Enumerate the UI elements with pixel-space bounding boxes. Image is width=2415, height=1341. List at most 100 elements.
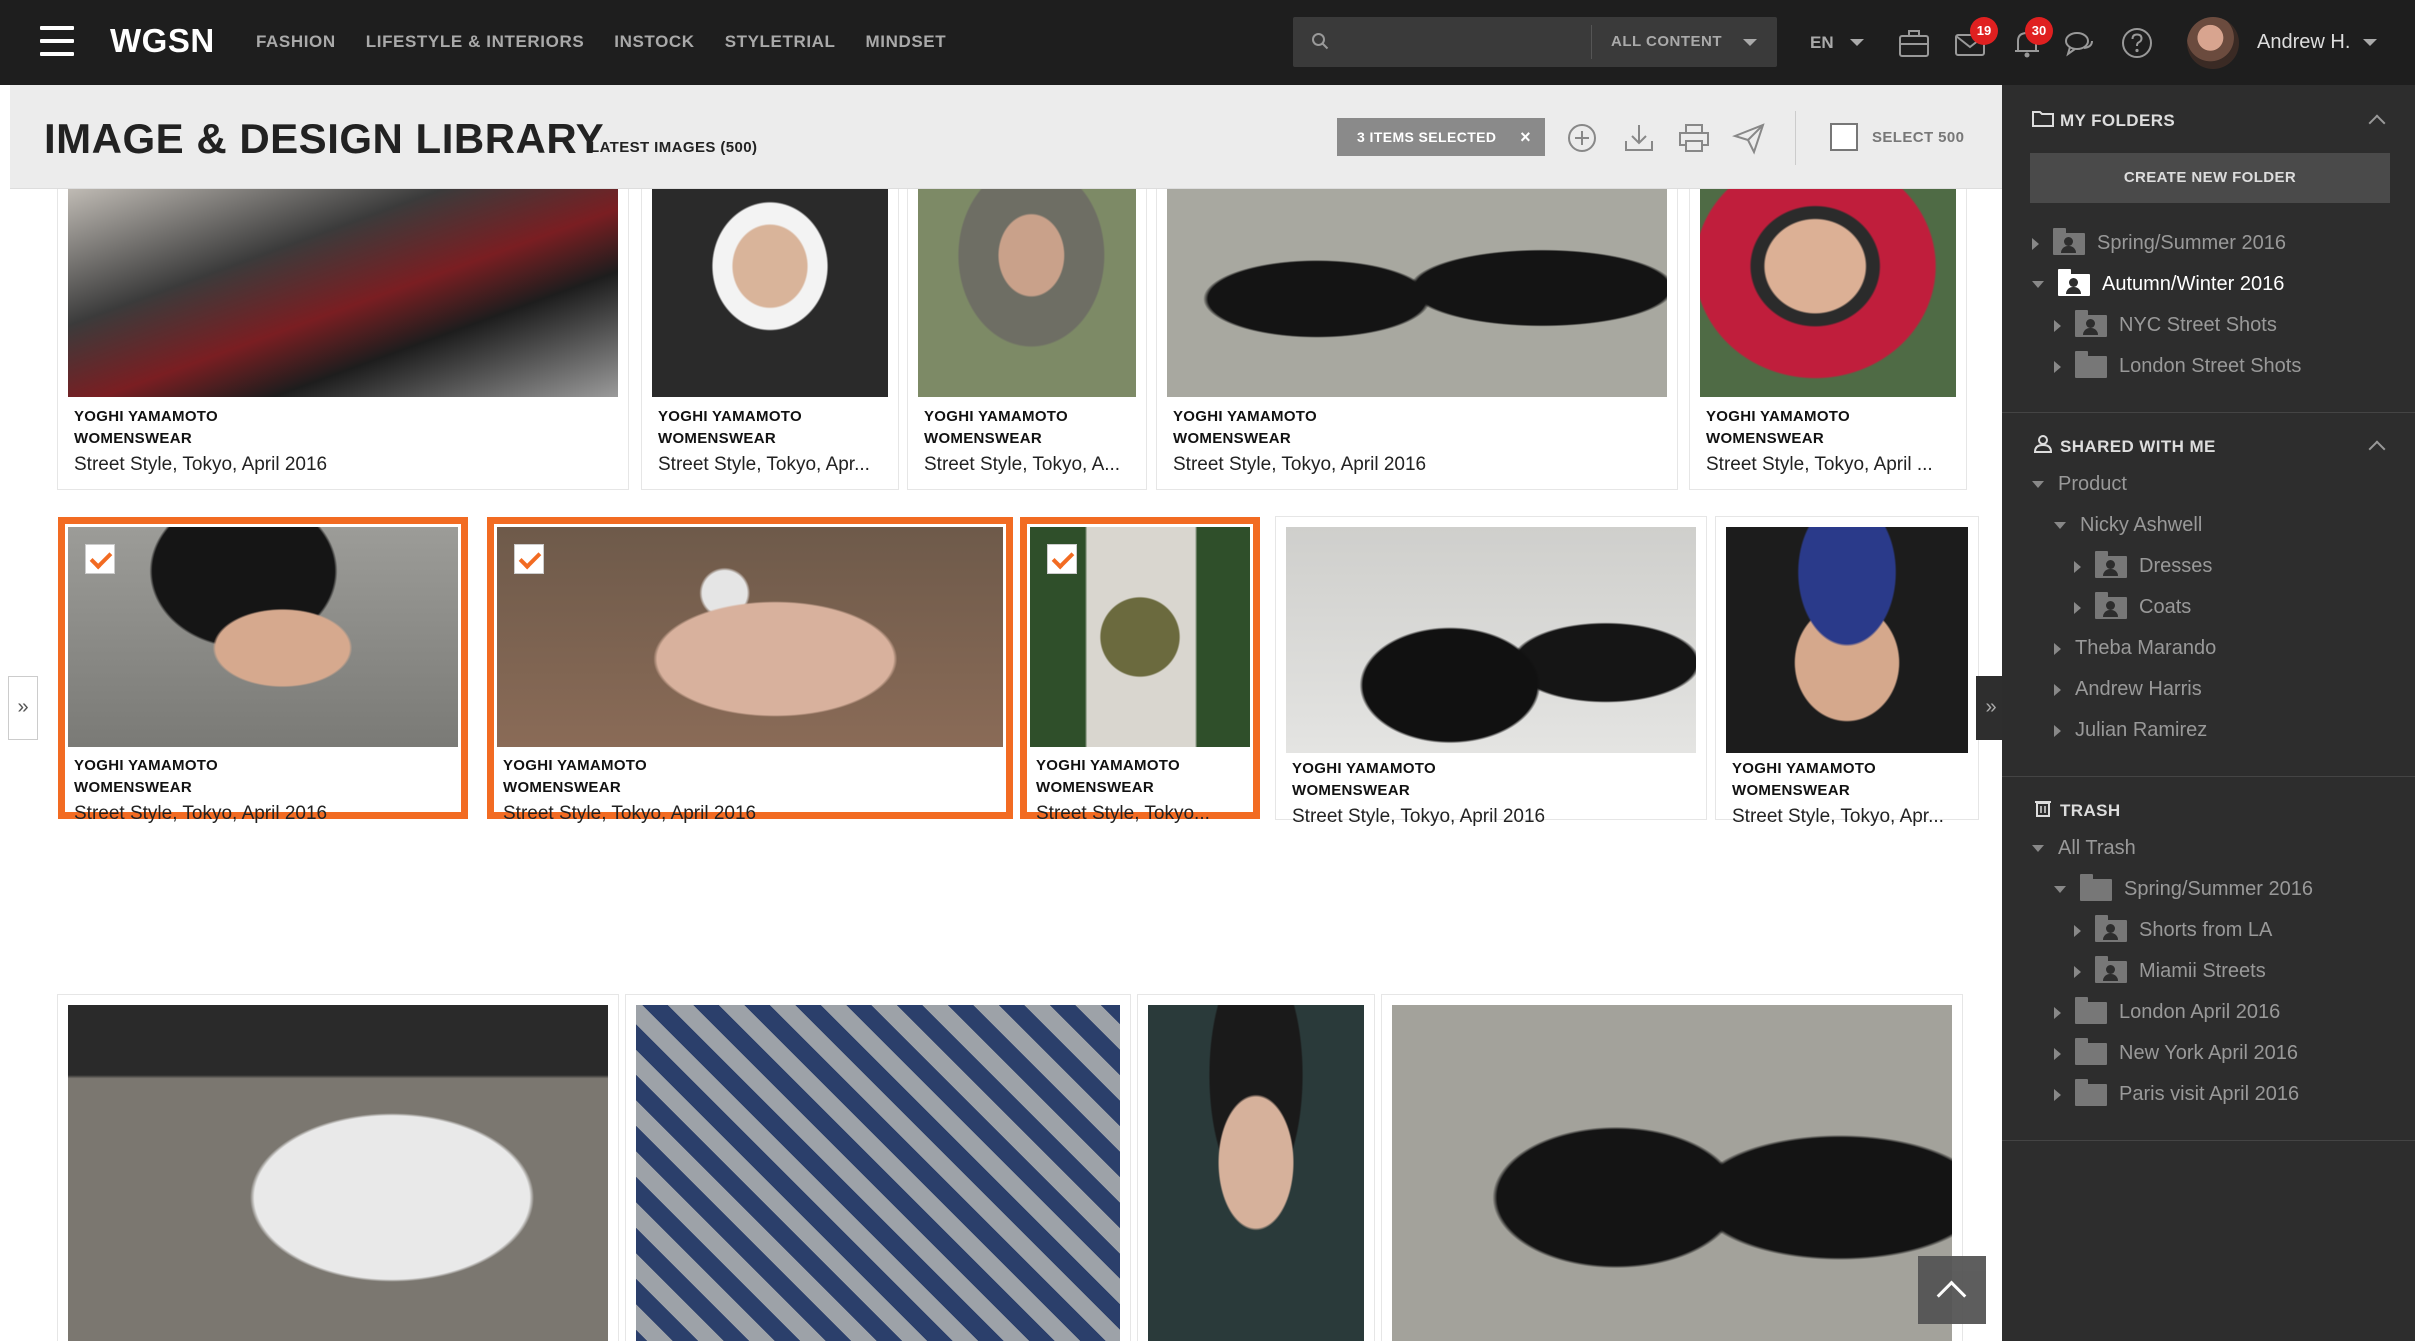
- image-card[interactable]: YOGHI YAMAMOTO WOMENSWEAR Street Style, …: [1716, 517, 1978, 827]
- selected-checkbox[interactable]: [1047, 544, 1077, 574]
- tree-item[interactable]: Theba Marando: [2054, 637, 2216, 660]
- tree-item[interactable]: New York April 2016: [2054, 1037, 2298, 1065]
- card-image[interactable]: [1700, 189, 1956, 397]
- tree-item[interactable]: All Trash: [2032, 837, 2136, 860]
- card-image[interactable]: [636, 1005, 1120, 1341]
- collapse-icon[interactable]: [2032, 281, 2044, 288]
- collapse-icon[interactable]: [2032, 845, 2044, 852]
- nav-instock[interactable]: INSTOCK: [614, 32, 694, 52]
- nav-styletrial[interactable]: STYLETRIAL: [725, 32, 836, 52]
- chevron-up-icon[interactable]: [2368, 440, 2386, 458]
- tree-item[interactable]: Nicky Ashwell: [2054, 514, 2202, 537]
- tree-item[interactable]: NYC Street Shots: [2054, 309, 2277, 337]
- tree-item[interactable]: London Street Shots: [2054, 350, 2301, 378]
- briefcase-icon[interactable]: [1897, 26, 1931, 60]
- card-image[interactable]: [1726, 527, 1968, 753]
- image-card[interactable]: YOGHI YAMAMOTO WOMENSWEAR Street Style, …: [1276, 517, 1706, 827]
- tree-item[interactable]: Autumn/Winter 2016: [2032, 268, 2285, 296]
- image-card[interactable]: [626, 995, 1130, 1341]
- image-card[interactable]: YOGHI YAMAMOTO WOMENSWEAR Street Style, …: [1157, 189, 1677, 489]
- image-card[interactable]: [58, 995, 618, 1341]
- tree-item[interactable]: Shorts from LA: [2074, 914, 2272, 942]
- tree-item[interactable]: Spring/Summer 2016: [2032, 227, 2286, 255]
- image-card[interactable]: YOGHI YAMAMOTO WOMENSWEAR Street Style, …: [58, 189, 628, 489]
- avatar[interactable]: [2187, 17, 2239, 69]
- image-card[interactable]: [1382, 995, 1962, 1341]
- close-icon[interactable]: ×: [1520, 118, 1531, 156]
- expand-icon[interactable]: [2054, 1088, 2061, 1101]
- create-folder-button[interactable]: CREATE NEW FOLDER: [2030, 153, 2390, 203]
- expand-icon[interactable]: [2054, 360, 2061, 373]
- card-caption: Street Style, Tokyo, April ...: [1706, 454, 1933, 475]
- card-image[interactable]: [68, 527, 458, 747]
- image-card[interactable]: YOGHI YAMAMOTO WOMENSWEAR Street Style, …: [1690, 189, 1966, 489]
- download-icon[interactable]: [1622, 121, 1656, 155]
- chevron-up-icon[interactable]: [2368, 114, 2386, 132]
- card-image[interactable]: [652, 189, 888, 397]
- select-all-label[interactable]: SELECT 500: [1872, 129, 1964, 146]
- card-image[interactable]: [918, 189, 1136, 397]
- language-select[interactable]: EN: [1810, 33, 1834, 53]
- expand-icon[interactable]: [2074, 601, 2081, 614]
- image-card-selected[interactable]: YOGHI YAMAMOTO WOMENSWEAR Street Style, …: [1020, 517, 1260, 824]
- expand-icon[interactable]: [2054, 724, 2061, 737]
- image-card[interactable]: YOGHI YAMAMOTO WOMENSWEAR Street Style, …: [642, 189, 898, 489]
- nav-lifestyle-interiors[interactable]: LIFESTYLE & INTERIORS: [366, 32, 585, 52]
- search-bar: ALL CONTENT: [1293, 17, 1777, 67]
- tree-item[interactable]: Miamii Streets: [2074, 955, 2266, 983]
- expand-icon[interactable]: [2074, 560, 2081, 573]
- selected-items-pill[interactable]: 3 ITEMS SELECTED ×: [1337, 118, 1545, 156]
- selected-checkbox[interactable]: [85, 544, 115, 574]
- tree-item[interactable]: Dresses: [2074, 550, 2212, 578]
- print-icon[interactable]: [1677, 121, 1711, 155]
- expand-icon[interactable]: [2054, 642, 2061, 655]
- tree-item[interactable]: Spring/Summer 2016: [2054, 873, 2313, 901]
- card-image[interactable]: [1148, 1005, 1364, 1341]
- tree-item[interactable]: Coats: [2074, 591, 2191, 619]
- nav-mindset[interactable]: MINDSET: [866, 32, 947, 52]
- tree-item[interactable]: London April 2016: [2054, 996, 2280, 1024]
- chevron-down-icon[interactable]: [2363, 39, 2377, 46]
- nav-fashion[interactable]: FASHION: [256, 32, 336, 52]
- card-category: WOMENSWEAR: [924, 430, 1042, 447]
- card-image[interactable]: [1167, 189, 1667, 397]
- add-to-folder-icon[interactable]: [1565, 121, 1599, 155]
- search-scope-select[interactable]: ALL CONTENT: [1611, 33, 1722, 50]
- scroll-to-top-button[interactable]: [1918, 1256, 1986, 1324]
- image-card[interactable]: [1138, 995, 1374, 1341]
- collapse-icon[interactable]: [2032, 481, 2044, 488]
- expand-icon[interactable]: [2054, 1006, 2061, 1019]
- image-card-selected[interactable]: YOGHI YAMAMOTO WOMENSWEAR Street Style, …: [487, 517, 1013, 824]
- expand-icon[interactable]: [2032, 237, 2039, 250]
- tree-item[interactable]: Paris visit April 2016: [2054, 1078, 2299, 1106]
- tree-item[interactable]: Julian Ramirez: [2054, 719, 2207, 742]
- card-image[interactable]: [497, 527, 1003, 747]
- tree-item[interactable]: Product: [2032, 473, 2127, 496]
- card-image[interactable]: [68, 189, 618, 397]
- section-title: SHARED WITH ME: [2060, 437, 2216, 456]
- collapse-icon[interactable]: [2054, 886, 2066, 893]
- expand-icon[interactable]: [2074, 965, 2081, 978]
- menu-icon[interactable]: [40, 26, 74, 56]
- collapse-icon[interactable]: [2054, 522, 2066, 529]
- expand-left-icon[interactable]: »: [8, 676, 38, 740]
- help-icon[interactable]: [2120, 26, 2154, 60]
- selected-checkbox[interactable]: [514, 544, 544, 574]
- image-card[interactable]: YOGHI YAMAMOTO WOMENSWEAR Street Style, …: [908, 189, 1146, 489]
- tree-item-label: Autumn/Winter 2016: [2102, 273, 2285, 295]
- select-all-checkbox[interactable]: [1830, 123, 1858, 151]
- tree-item[interactable]: Andrew Harris: [2054, 678, 2202, 701]
- expand-icon[interactable]: [2054, 319, 2061, 332]
- user-name[interactable]: Andrew H.: [2257, 31, 2350, 54]
- expand-icon[interactable]: [2054, 1047, 2061, 1060]
- chevron-down-icon: [1850, 39, 1864, 46]
- expand-icon[interactable]: [2054, 683, 2061, 696]
- card-image[interactable]: [1286, 527, 1696, 753]
- logo[interactable]: WGSN: [110, 22, 215, 60]
- card-image[interactable]: [1392, 1005, 1952, 1341]
- send-icon[interactable]: [1732, 121, 1766, 155]
- card-image[interactable]: [68, 1005, 608, 1341]
- image-card-selected[interactable]: YOGHI YAMAMOTO WOMENSWEAR Street Style, …: [58, 517, 468, 824]
- chat-icon[interactable]: [2062, 26, 2096, 60]
- expand-icon[interactable]: [2074, 924, 2081, 937]
